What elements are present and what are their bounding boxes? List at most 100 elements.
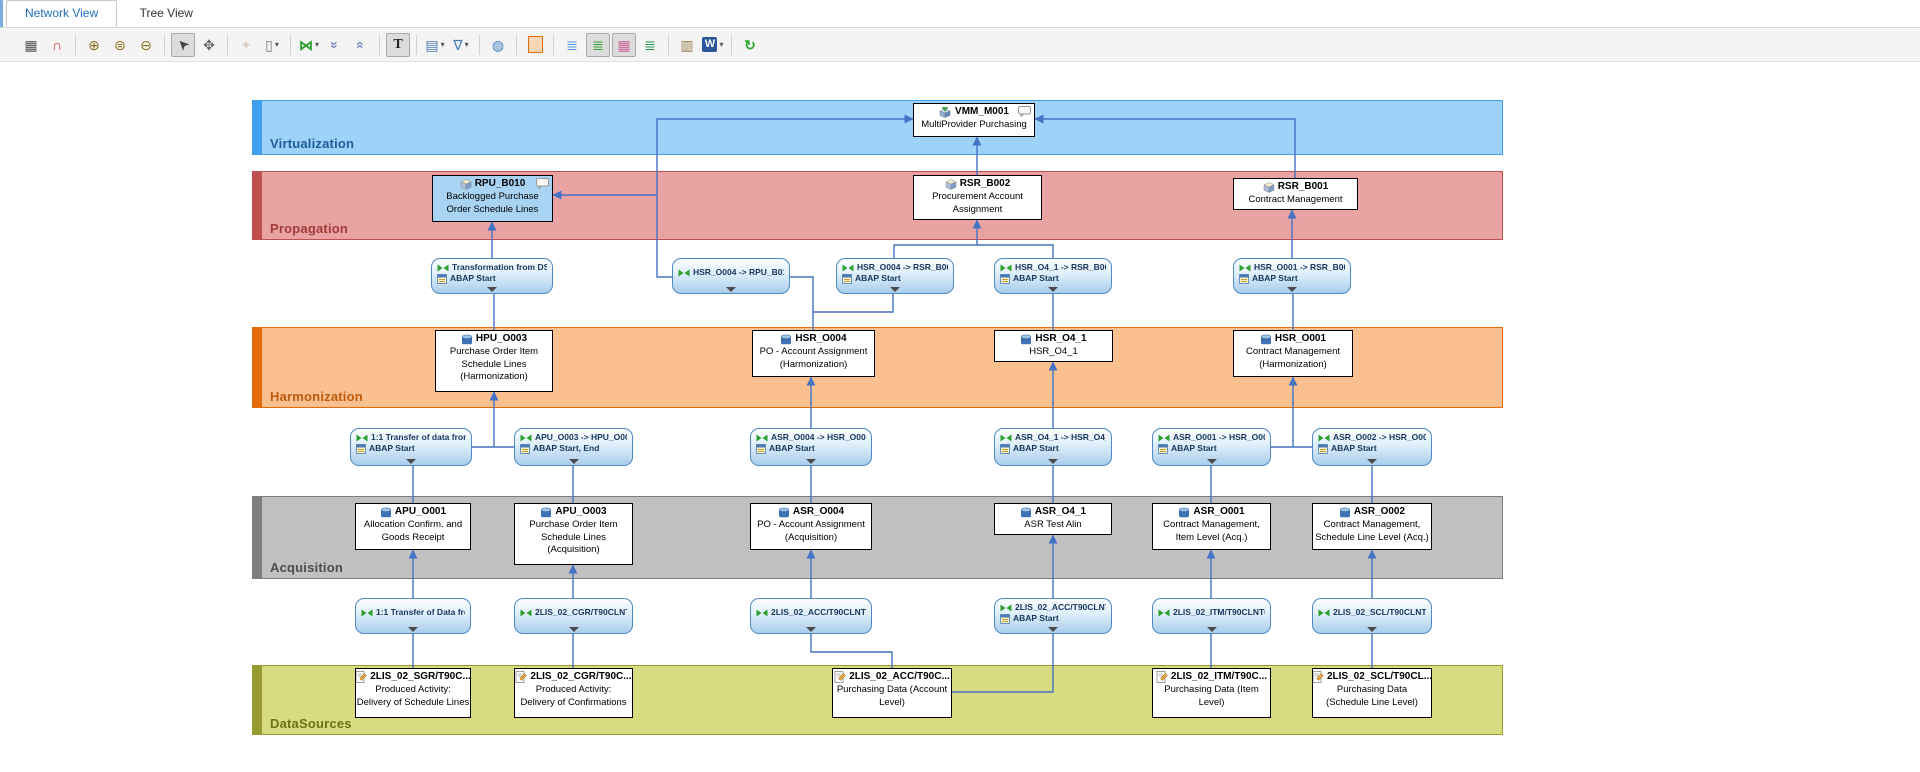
- node-asr2[interactable]: ASR_O002Contract Management,Schedule Lin…: [1312, 503, 1432, 550]
- refresh-tool[interactable]: ↻: [738, 33, 762, 57]
- expand-chevron-icon[interactable]: [1367, 627, 1377, 632]
- select-pointer-tool[interactable]: ➤: [171, 33, 195, 57]
- snap-magnet-tool[interactable]: ∩: [45, 33, 69, 57]
- node-rpu[interactable]: RPU_B010Backlogged PurchaseOrder Schedul…: [432, 175, 553, 222]
- expand-chevron-icon[interactable]: [487, 287, 497, 292]
- magic-wand-tool[interactable]: ✦: [234, 33, 258, 57]
- node-subtitle-line: Produced Activity:: [515, 684, 632, 697]
- zoom-in-tool[interactable]: ⊕: [82, 33, 106, 57]
- comment-icon[interactable]: [1018, 106, 1031, 117]
- node-subtitle-line: MultiProvider Purchasing: [914, 119, 1034, 132]
- comment-icon[interactable]: [536, 178, 549, 189]
- expand-chevron-icon[interactable]: [1048, 627, 1058, 632]
- transform-u6[interactable]: ASR_O002 -> HSR_O001ABAP Start: [1312, 428, 1432, 466]
- expand-chevron-icon[interactable]: [569, 459, 579, 464]
- expand-chevron-icon[interactable]: [406, 459, 416, 464]
- node-vmm[interactable]: VMM_M001MultiProvider Purchasing: [913, 103, 1035, 137]
- node-hsr41[interactable]: HSR_O4_1HSR_O4_1: [994, 330, 1113, 362]
- table-search-tool-dropdown[interactable]: ▾: [441, 34, 445, 56]
- paint-can-tool[interactable]: ◍: [486, 33, 510, 57]
- layer-colors-tool[interactable]: ▦: [612, 33, 636, 57]
- node-asr41[interactable]: ASR_O4_1ASR Test Alin: [994, 503, 1112, 535]
- toolbar-separator: [290, 35, 291, 55]
- expand-chevron-icon[interactable]: [1207, 627, 1217, 632]
- transform-v2[interactable]: 2LIS_02_CGR/T90CLNT090 ->...: [514, 598, 633, 634]
- node-hpu[interactable]: HPU_O003Purchase Order ItemSchedule Line…: [435, 330, 553, 392]
- transform-u3[interactable]: ASR_O004 -> HSR_O004ABAP Start: [750, 428, 872, 466]
- zoom-out-tool[interactable]: ⊖: [134, 33, 158, 57]
- ruler-tool-dropdown[interactable]: ▾: [275, 34, 279, 56]
- expand-all-tool[interactable]: «: [349, 33, 373, 57]
- show-layers-tool[interactable]: ≣: [586, 33, 610, 57]
- node-ds4[interactable]: 2LIS_02_ITM/T90C...Purchasing Data (Item…: [1152, 668, 1271, 718]
- transform-v3[interactable]: 2LIS_02_ACC/T90CLNT090 ->...: [750, 598, 872, 634]
- transform-v4[interactable]: 2LIS_02_ACC/T90CLNT090 ->...ABAP Start: [994, 598, 1112, 634]
- tab-network-view[interactable]: Network View: [6, 0, 117, 27]
- transform-v6[interactable]: 2LIS_02_SCL/T90CLNT090 ->...: [1312, 598, 1432, 634]
- edit-layers-tool[interactable]: ≣: [560, 33, 584, 57]
- transform-v1[interactable]: 1:1 Transfer of Data from 2LIS...: [355, 598, 471, 634]
- transform-title-row: 2LIS_02_ACC/T90CLNT090 ->...: [1000, 602, 1106, 613]
- node-asr4[interactable]: ASR_O004PO - Account Assignment(Acquisit…: [750, 503, 872, 550]
- transform-tr1[interactable]: HSR_O004 -> RPU_B010: [672, 258, 790, 294]
- dso-icon: [1020, 334, 1032, 345]
- transform-v5[interactable]: 2LIS_02_ITM/T90CLNT090 ->...: [1152, 598, 1271, 634]
- expand-chevron-icon[interactable]: [1367, 459, 1377, 464]
- expand-chevron-icon[interactable]: [890, 287, 900, 292]
- transform-sub-row: ABAP Start: [356, 443, 466, 454]
- grid-tool[interactable]: ▦: [19, 33, 43, 57]
- expand-chevron-icon[interactable]: [1048, 287, 1058, 292]
- transform-subtitle: ABAP Start: [855, 273, 901, 284]
- node-hsr1[interactable]: HSR_O001Contract Management(Harmonizatio…: [1233, 330, 1353, 377]
- move-layer-tool[interactable]: ≣: [638, 33, 662, 57]
- cube-icon: [460, 179, 472, 190]
- node-apu3[interactable]: APU_O003Purchase Order ItemSchedule Line…: [514, 503, 633, 565]
- expand-chevron-icon[interactable]: [1048, 459, 1058, 464]
- node-ds2[interactable]: 2LIS_02_CGR/T90C...Produced Activity:Del…: [514, 668, 633, 718]
- node-ds1[interactable]: 2LIS_02_SGR/T90C...Produced Activity:Del…: [355, 668, 471, 718]
- expand-chevron-icon[interactable]: [1207, 459, 1217, 464]
- tab-tree-view[interactable]: Tree View: [122, 1, 211, 26]
- node-title-row: HSR_O004: [753, 332, 874, 346]
- expand-chevron-icon[interactable]: [1287, 287, 1297, 292]
- transform-u5[interactable]: ASR_O001 -> HSR_O001ABAP Start: [1152, 428, 1271, 466]
- zoom-fit-tool[interactable]: ⊜: [108, 33, 132, 57]
- transformation-tool[interactable]: ⋈▾: [297, 33, 321, 57]
- transformation-icon: [361, 609, 373, 617]
- transform-u2[interactable]: APU_O003 -> HPU_O003ABAP Start, End: [514, 428, 633, 466]
- highlight-color-tool[interactable]: [523, 33, 547, 57]
- expand-chevron-icon[interactable]: [806, 459, 816, 464]
- text-tool[interactable]: T: [386, 33, 410, 57]
- node-ds5[interactable]: 2LIS_02_SCL/T90CL...Purchasing Data(Sche…: [1312, 668, 1432, 718]
- transform-tr2[interactable]: HSR_O004 -> RSR_B002ABAP Start: [836, 258, 954, 294]
- node-apu1[interactable]: APU_O001Allocation Confirm. andGoods Rec…: [355, 503, 471, 550]
- pan-tool[interactable]: ✥: [197, 33, 221, 57]
- transformation-tool-dropdown[interactable]: ▾: [315, 34, 319, 56]
- node-hsr4[interactable]: HSR_O004PO - Account Assignment(Harmoniz…: [752, 330, 875, 377]
- transform-u4[interactable]: ASR_O4_1 -> HSR_O4_1ABAP Start: [994, 428, 1112, 466]
- expand-chevron-icon[interactable]: [569, 627, 579, 632]
- transform-subtitle: ABAP Start: [1013, 443, 1059, 454]
- transform-tr4[interactable]: HSR_O001 -> RSR_B001ABAP Start: [1233, 258, 1351, 294]
- node-title: HPU_O003: [476, 332, 527, 346]
- node-rsrb002[interactable]: RSR_B002Procurement AccountAssignment: [913, 175, 1042, 220]
- transform-t0[interactable]: Transformation from DSO HP...ABAP Start: [431, 258, 553, 294]
- expand-chevron-icon[interactable]: [806, 627, 816, 632]
- collapse-all-tool[interactable]: »: [323, 33, 347, 57]
- expand-chevron-icon[interactable]: [726, 287, 736, 292]
- node-rsrb001[interactable]: RSR_B001Contract Management: [1233, 178, 1358, 210]
- ruler-tool[interactable]: ▯▾: [260, 33, 284, 57]
- word-export-tool-dropdown[interactable]: ▾: [719, 34, 723, 56]
- transform-tr3[interactable]: HSR_O4_1 -> RSR_B002ABAP Start: [994, 258, 1112, 294]
- node-ds3[interactable]: 2LIS_02_ACC/T90C...Purchasing Data (Acco…: [832, 668, 952, 718]
- node-asr1[interactable]: ASR_O001Contract Management,Item Level (…: [1152, 503, 1271, 550]
- table-search-tool[interactable]: ▤▾: [423, 33, 447, 57]
- table-search-tool-icon: ▤: [425, 34, 438, 56]
- expand-chevron-icon[interactable]: [408, 627, 418, 632]
- transformation-icon: [1000, 604, 1012, 612]
- word-export-tool[interactable]: W▾: [701, 33, 725, 57]
- filter-tool-dropdown[interactable]: ▾: [465, 34, 469, 56]
- transform-u1[interactable]: 1:1 Transfer of data from APU...ABAP Sta…: [350, 428, 472, 466]
- filter-tool[interactable]: ∇▾: [449, 33, 473, 57]
- columns-tool[interactable]: ▥: [675, 33, 699, 57]
